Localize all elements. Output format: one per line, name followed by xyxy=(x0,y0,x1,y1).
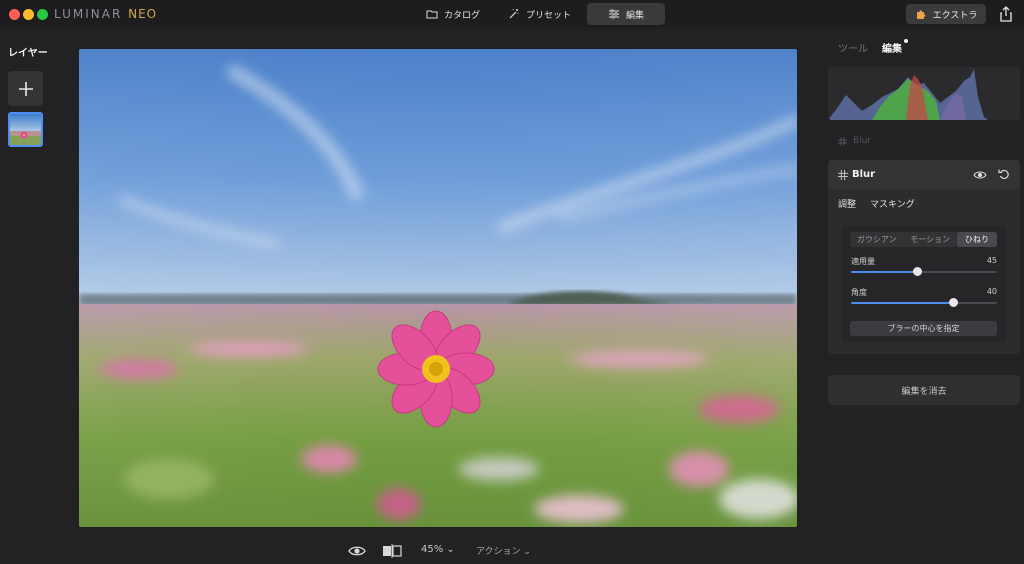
logo-text: LUMINAR xyxy=(54,7,123,21)
puzzle-icon xyxy=(916,10,925,19)
tool-subtabs: 調整 マスキング xyxy=(838,197,915,210)
top-navigation: カタログ プリセット 編集 xyxy=(414,3,666,25)
close-window-button[interactable] xyxy=(9,9,20,20)
subtab-masking[interactable]: マスキング xyxy=(870,197,915,210)
layer-thumbnail[interactable] xyxy=(8,112,43,147)
layer-thumbnail-image xyxy=(10,114,41,145)
tool-controls: ガウシアン モーション ひねり 適用量 45 角度 40 ブラーの中心を指定 xyxy=(842,226,1006,342)
tab-presets[interactable]: プリセット xyxy=(496,3,583,25)
tab-catalog[interactable]: カタログ xyxy=(414,3,492,25)
zoom-window-button[interactable] xyxy=(37,9,48,20)
sliders-icon xyxy=(609,9,620,19)
photo-canvas[interactable] xyxy=(79,49,797,527)
angle-slider-value: 40 xyxy=(986,287,997,296)
histogram-graph xyxy=(828,69,988,120)
tab-presets-label: プリセット xyxy=(526,10,572,21)
subtab-adjust[interactable]: 調整 xyxy=(838,197,856,210)
tab-edits[interactable]: 編集 xyxy=(882,39,908,55)
angle-slider-fill xyxy=(851,302,954,304)
mode-motion[interactable]: モーション xyxy=(904,232,958,247)
angle-slider-handle[interactable] xyxy=(949,298,959,307)
blur-mode-selector: ガウシアン モーション ひねり xyxy=(850,232,997,247)
share-icon[interactable] xyxy=(998,5,1014,23)
reset-icon[interactable] xyxy=(998,168,1010,180)
bottom-toolbar: 45% ⌄ アクション ⌄ xyxy=(0,540,1024,562)
grid-icon xyxy=(838,136,847,146)
tool-list-item-label: Blur xyxy=(853,136,872,146)
amount-slider[interactable] xyxy=(851,267,997,276)
tool-list-item-blur[interactable]: Blur xyxy=(828,131,1020,151)
action-dropdown[interactable]: アクション ⌄ xyxy=(476,544,531,557)
extras-label: エクストラ xyxy=(932,10,978,21)
tab-edit[interactable]: 編集 xyxy=(587,3,666,25)
title-bar: LUMINAR NEO カタログ プリセット 編集 エクストラ xyxy=(0,0,1024,28)
amount-slider-handle[interactable] xyxy=(912,267,922,276)
minimize-window-button[interactable] xyxy=(23,9,34,20)
eye-icon[interactable] xyxy=(348,544,366,558)
logo-accent-text: NEO xyxy=(128,7,158,21)
blur-tool-panel: Blur 調整 マスキング ガウシアン モーション ひねり 適用量 45 角度 … xyxy=(828,160,1020,354)
angle-slider[interactable] xyxy=(851,298,997,307)
extras-button[interactable]: エクストラ xyxy=(906,4,986,24)
mode-gaussian[interactable]: ガウシアン xyxy=(850,232,904,247)
tab-catalog-label: カタログ xyxy=(444,10,481,21)
folder-icon xyxy=(426,10,438,19)
clear-edits-button[interactable]: 編集を消去 xyxy=(828,375,1020,405)
right-panel-tabs: ツール 編集 xyxy=(838,39,908,55)
set-blur-center-button[interactable]: ブラーの中心を指定 xyxy=(850,321,997,336)
tab-tools[interactable]: ツール xyxy=(838,40,868,55)
angle-slider-label: 角度 xyxy=(851,288,867,297)
magic-wand-icon xyxy=(509,8,519,19)
tool-panel-header[interactable]: Blur xyxy=(828,160,1020,189)
layers-title: レイヤー xyxy=(8,48,48,59)
photo-image xyxy=(79,49,797,527)
grid-icon xyxy=(838,170,848,180)
amount-slider-label: 適用量 xyxy=(851,257,875,266)
amount-slider-fill xyxy=(851,271,917,273)
visibility-eye-icon[interactable] xyxy=(973,169,987,181)
app-logo: LUMINAR NEO xyxy=(54,7,157,21)
compare-icon[interactable] xyxy=(382,544,402,558)
histogram xyxy=(828,67,1020,120)
tool-title: Blur xyxy=(852,169,876,180)
tab-edit-label: 編集 xyxy=(626,10,645,21)
amount-slider-value: 45 xyxy=(986,256,997,265)
plus-icon xyxy=(18,81,33,96)
zoom-level-dropdown[interactable]: 45% ⌄ xyxy=(421,544,455,555)
add-layer-button[interactable] xyxy=(8,71,43,106)
mode-twist[interactable]: ひねり xyxy=(957,232,997,247)
